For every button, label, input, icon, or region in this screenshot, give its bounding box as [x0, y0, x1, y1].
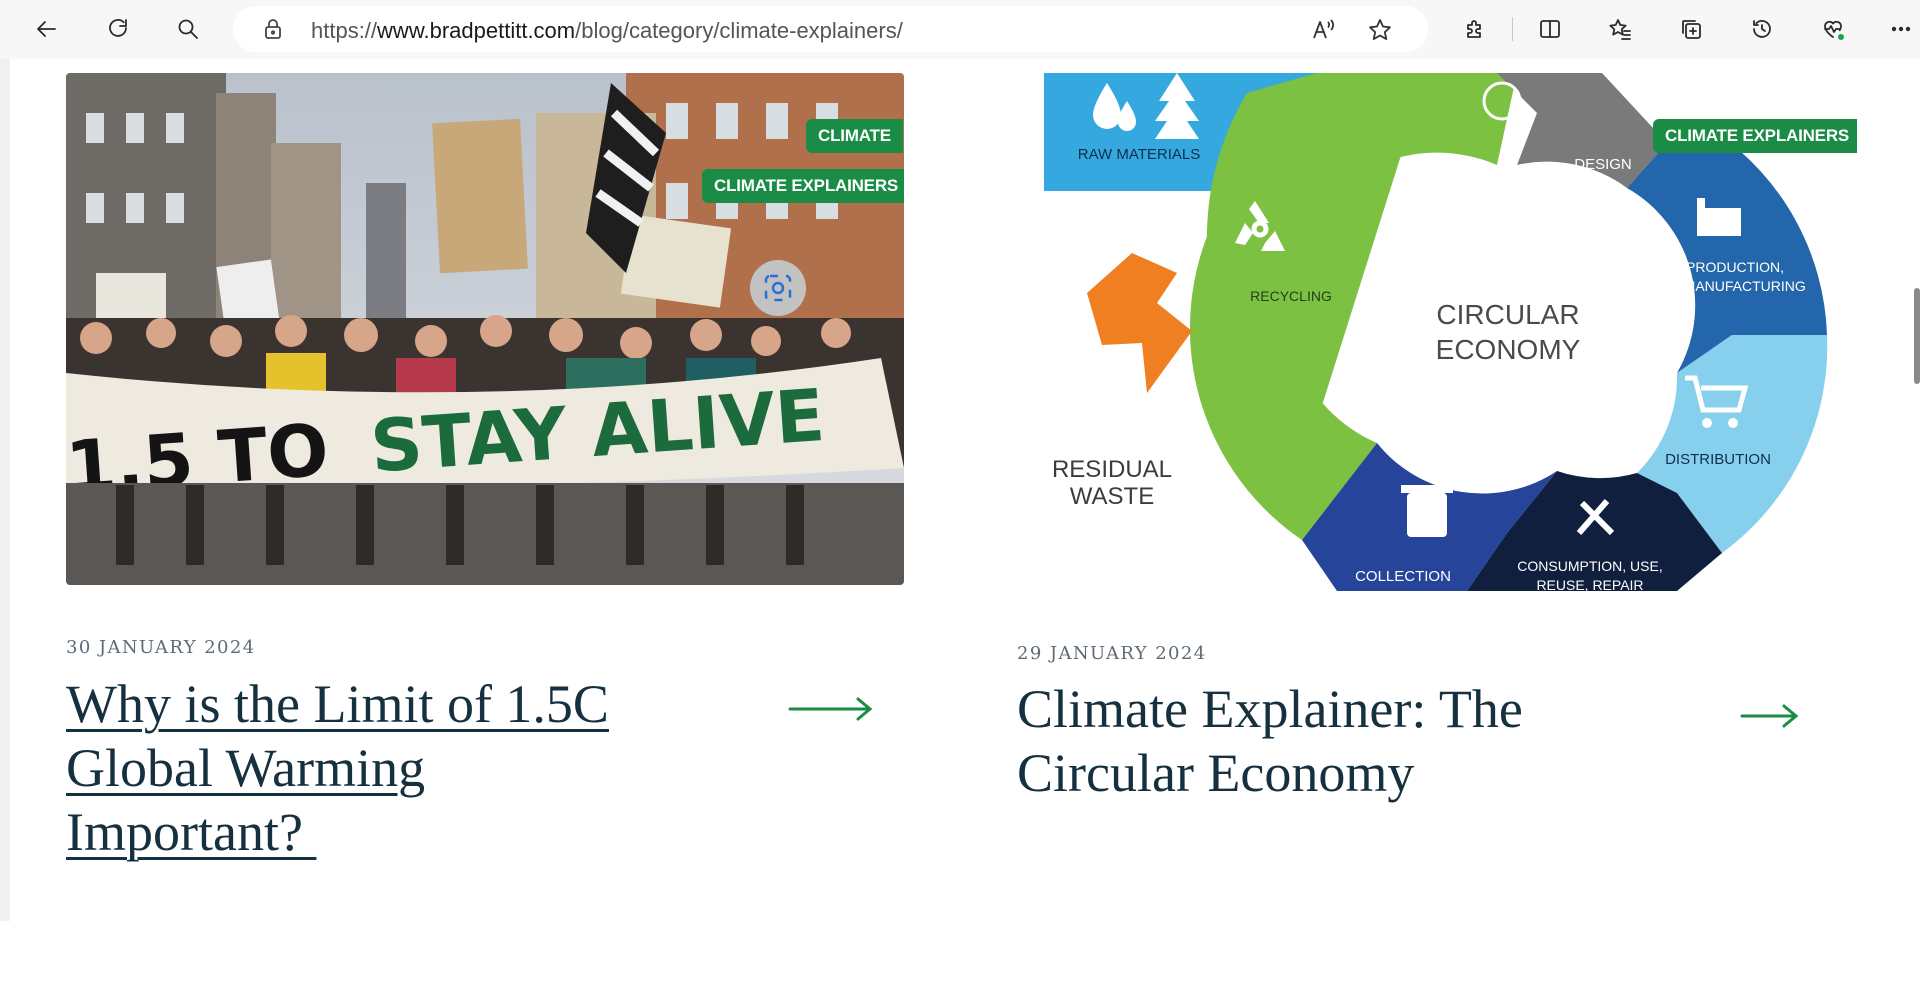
- protest-photo: 1.5 TO STAY ALIVE: [66, 73, 904, 585]
- search-icon: [178, 19, 198, 39]
- history-icon: [1753, 20, 1771, 38]
- post-2-arrow-link[interactable]: [1740, 704, 1800, 728]
- favorite-star-icon[interactable]: [1367, 17, 1393, 43]
- label-residual: RESIDUAL: [1052, 456, 1172, 483]
- collections-icon: [1682, 20, 1701, 39]
- url-host: www.bradpettitt.com: [377, 18, 576, 43]
- label-collection: COLLECTION: [1355, 568, 1451, 585]
- post-1-title-line-1[interactable]: Why is the Limit of 1.5C: [66, 672, 786, 736]
- toolbar-divider: [1512, 17, 1513, 41]
- read-aloud-icon[interactable]: [1310, 17, 1336, 43]
- back-arrow-icon: [37, 21, 56, 37]
- url-prefix: https://: [311, 18, 378, 43]
- url-text[interactable]: https://www.bradpettitt.com/blog/categor…: [311, 18, 903, 44]
- post-1-title-link[interactable]: Why is the Limit of 1.5C Global Warming …: [66, 672, 786, 864]
- post-2-title-line-1[interactable]: Climate Explainer: The: [1017, 677, 1737, 741]
- label-design: DESIGN: [1574, 156, 1632, 173]
- collections-button[interactable]: [1673, 11, 1709, 47]
- right-arrow-icon: [788, 697, 873, 721]
- favorites-list-icon: [1609, 19, 1631, 40]
- refresh-icon: [109, 19, 127, 37]
- history-button[interactable]: [1744, 11, 1780, 47]
- label-production-1: PRODUCTION,: [1686, 259, 1784, 275]
- right-arrow-icon: [1740, 704, 1799, 728]
- url-path: /blog/category/climate-explainers/: [575, 18, 903, 43]
- address-bar[interactable]: https://www.bradpettitt.com/blog/categor…: [233, 6, 1428, 52]
- post-1-date: 30 JANUARY 2024: [66, 637, 256, 658]
- extensions-button[interactable]: [1457, 11, 1493, 47]
- post-2-badge-climate-explainers[interactable]: CLIMATE EXPLAINERS: [1653, 119, 1857, 153]
- label-recycling: RECYCLING: [1250, 288, 1332, 304]
- split-screen-icon: [1540, 20, 1560, 38]
- blank-area: [0, 921, 1920, 1005]
- label-consumption-1: CONSUMPTION, USE,: [1517, 558, 1662, 574]
- post-1-badge-climate-explainers[interactable]: CLIMATE EXPLAINERS: [702, 169, 904, 203]
- refresh-button[interactable]: [100, 11, 136, 47]
- more-menu-button[interactable]: [1883, 11, 1919, 47]
- more-dots-icon: [1891, 26, 1911, 32]
- scrollbar-thumb[interactable]: [1914, 288, 1920, 384]
- window-left-edge: [0, 59, 10, 921]
- label-waste: WASTE: [1070, 483, 1154, 510]
- post-2-image[interactable]: RAW MATERIALS RECYCLING DESIGN PRODUCTIO…: [1017, 73, 1857, 591]
- status-dot-icon: [1836, 32, 1846, 42]
- label-consumption-2: REUSE, REPAIR: [1536, 577, 1643, 591]
- browser-essentials-button[interactable]: [1815, 11, 1851, 47]
- split-screen-button[interactable]: [1532, 11, 1568, 47]
- post-1-title-line-3[interactable]: Important?: [66, 800, 786, 864]
- post-2-title-line-2[interactable]: Circular Economy: [1017, 741, 1737, 805]
- post-1-arrow-link[interactable]: [788, 697, 874, 721]
- search-button[interactable]: [170, 11, 206, 47]
- lock-icon: [261, 17, 285, 41]
- label-production-2: REMANUFACTURING: [1664, 278, 1806, 294]
- back-button[interactable]: [29, 11, 65, 47]
- favorites-button[interactable]: [1602, 11, 1638, 47]
- post-2-date: 29 JANUARY 2024: [1017, 643, 1207, 664]
- browser-toolbar: https://www.bradpettitt.com/blog/categor…: [0, 0, 1920, 59]
- label-distribution: DISTRIBUTION: [1665, 451, 1771, 468]
- label-circular: CIRCULAR: [1436, 299, 1579, 330]
- label-raw-materials: RAW MATERIALS: [1078, 146, 1201, 163]
- post-1-image[interactable]: 1.5 TO STAY ALIVE CLIMATE CLIMATE EXPLAI…: [66, 73, 904, 585]
- label-economy: ECONOMY: [1436, 334, 1581, 365]
- post-2-title-link[interactable]: Climate Explainer: The Circular Economy: [1017, 677, 1737, 805]
- post-1-title-line-2[interactable]: Global Warming: [66, 736, 786, 800]
- post-1-badge-climate[interactable]: CLIMATE: [806, 119, 903, 153]
- puzzle-icon: [1467, 20, 1481, 38]
